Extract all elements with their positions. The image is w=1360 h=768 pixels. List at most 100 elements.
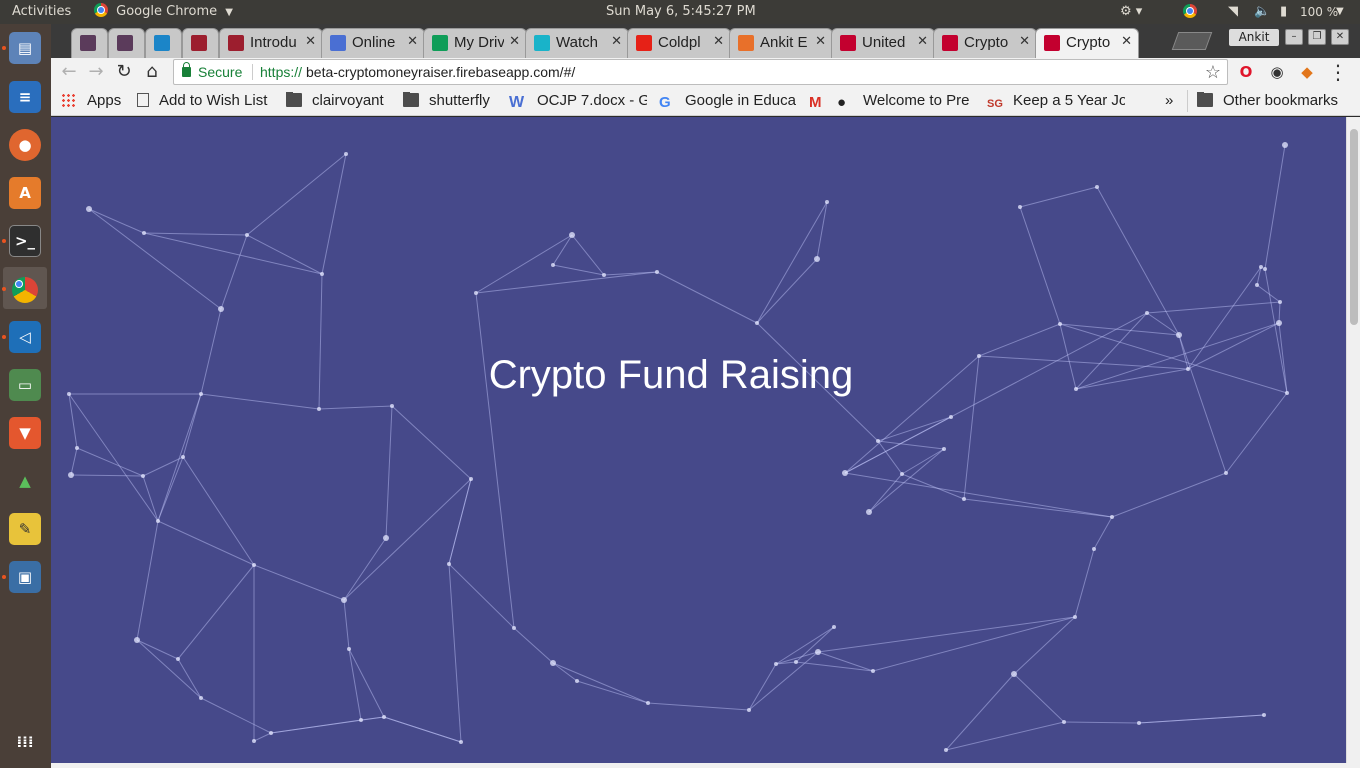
scrollbar-thumb[interactable] (1350, 129, 1358, 325)
home-button[interactable]: ⌂ (140, 60, 164, 84)
notes-icon[interactable]: ▭ (9, 369, 41, 401)
profile-badge[interactable]: Ankit (1229, 29, 1279, 46)
power-menu-chevron-icon[interactable]: ▼ (1336, 0, 1344, 24)
bookmark-wishlist[interactable]: Add to Wish List (137, 92, 273, 112)
tab-favicon-icon (80, 35, 96, 51)
minimize-button[interactable]: – (1285, 29, 1303, 45)
network-node (1073, 615, 1077, 619)
bookmark-star-icon[interactable]: ☆ (1205, 62, 1221, 83)
bookmark-welcome[interactable]: ● Welcome to Pre (837, 92, 973, 112)
forward-button[interactable]: → (84, 60, 108, 84)
brave-icon[interactable]: ▼ (9, 417, 41, 449)
chrome-icon[interactable] (9, 274, 41, 306)
bookmark-gmail[interactable]: M (809, 92, 831, 112)
back-button[interactable]: ← (57, 60, 81, 84)
bookmark-ocjp[interactable]: W OCJP 7.docx - Go (509, 92, 647, 112)
network-edge (318, 405, 393, 410)
tab-close-icon[interactable]: ✕ (611, 34, 622, 49)
bookmark-folder-clairvoyant[interactable]: clairvoyant (286, 92, 384, 112)
vscode-icon[interactable]: ◁ (9, 321, 41, 353)
tab-8[interactable]: Watch ✕ (525, 28, 629, 58)
tab-10[interactable]: Ankit E ✕ (729, 28, 833, 58)
maximize-button[interactable]: ❐ (1308, 29, 1326, 45)
tab-close-icon[interactable]: ✕ (407, 34, 418, 49)
tab-title: Watch (556, 34, 598, 51)
network-node (199, 696, 203, 700)
text-editor-icon[interactable]: ✎ (9, 513, 41, 545)
bookmarks-overflow-button[interactable]: » (1165, 92, 1173, 112)
chrome-menu-icon[interactable]: ⋮ (1328, 62, 1348, 82)
tab-4[interactable] (182, 28, 219, 58)
tab-11[interactable]: United ✕ (831, 28, 935, 58)
tab-6[interactable]: Online ✕ (321, 28, 425, 58)
bookmark-google-education[interactable]: G Google in Educa (659, 92, 797, 112)
new-tab-button[interactable] (1171, 32, 1213, 50)
network-node (1092, 547, 1096, 551)
volume-icon[interactable]: 🔈 (1254, 0, 1270, 24)
tab-13[interactable]: Crypto ✕ (1035, 28, 1139, 58)
tab-close-icon[interactable]: ✕ (917, 34, 928, 49)
network-node (814, 256, 820, 262)
network-edge (143, 232, 248, 236)
robo-icon[interactable]: ▲ (9, 465, 41, 497)
app-menu[interactable]: Google Chrome ▼ (94, 0, 233, 24)
network-edge (868, 448, 945, 513)
tab-7[interactable]: My Driv ✕ (423, 28, 527, 58)
tab-close-icon[interactable]: ✕ (713, 34, 724, 49)
firefox-icon[interactable]: ● (9, 129, 41, 161)
opera-extension-icon[interactable]: O (1236, 62, 1256, 82)
app-grid-icon[interactable]: ⁞⁞⁞ (9, 726, 41, 758)
tab-2[interactable] (108, 28, 145, 58)
chrome-tray-icon[interactable] (1183, 4, 1197, 20)
accessibility-icon[interactable]: ⚙ ▾ (1120, 0, 1142, 24)
tab-3[interactable] (145, 28, 182, 58)
remote-desktop-icon[interactable]: ▣ (9, 561, 41, 593)
network-edge (945, 673, 1015, 751)
network-edge (877, 440, 903, 475)
tab-9[interactable]: Coldpl ✕ (627, 28, 731, 58)
running-indicator (2, 46, 6, 50)
network-edge (68, 393, 78, 449)
bookmark-folder-shutterfly[interactable]: shutterfly (403, 92, 490, 112)
bookmark-apps[interactable]: Apps (61, 92, 121, 112)
files-icon[interactable]: ▤ (9, 32, 41, 64)
tab-close-icon[interactable]: ✕ (1019, 34, 1030, 49)
network-edge (756, 201, 828, 324)
tab-close-icon[interactable]: ✕ (815, 34, 826, 49)
network-edge (1264, 144, 1286, 270)
tab-1[interactable] (71, 28, 108, 58)
network-node (1259, 265, 1263, 269)
activities-button[interactable]: Activities (12, 0, 71, 24)
network-icon[interactable]: ◥ (1228, 0, 1238, 24)
tab-favicon-icon (1044, 35, 1060, 51)
close-window-button[interactable]: ✕ (1331, 29, 1349, 45)
network-edge (343, 478, 472, 601)
network-edge (775, 626, 835, 665)
tab-close-icon[interactable]: ✕ (1121, 34, 1132, 49)
tab-12[interactable]: Crypto ✕ (933, 28, 1037, 58)
metamask-extension-icon[interactable]: ◆ (1297, 62, 1317, 82)
network-edge (448, 563, 515, 629)
tab-5[interactable]: Introdu ✕ (219, 28, 323, 58)
network-node (156, 519, 160, 523)
address-bar[interactable]: Secure https:// beta-cryptomoneyraiser.f… (173, 59, 1228, 85)
network-edge (571, 234, 605, 276)
terminal-icon[interactable]: >_ (9, 225, 41, 257)
network-node (551, 263, 555, 267)
software-center-icon[interactable]: A (9, 177, 41, 209)
tab-favicon-icon (154, 35, 170, 51)
network-edge (136, 639, 179, 660)
bookmark-other-bookmarks[interactable]: Other bookmarks (1197, 92, 1338, 112)
battery-icon[interactable]: ▮ (1280, 0, 1287, 24)
bookmark-keep-5-year[interactable]: SG Keep a 5 Year Jo (987, 92, 1125, 112)
eye-extension-icon[interactable]: ◉ (1267, 62, 1287, 82)
reload-button[interactable]: ↻ (112, 60, 136, 84)
writer-icon[interactable]: ≡ (9, 81, 41, 113)
tab-close-icon[interactable]: ✕ (305, 34, 316, 49)
clock[interactable]: Sun May 6, 5:45:27 PM (606, 0, 756, 24)
network-node (774, 662, 778, 666)
network-node (1255, 283, 1259, 287)
vertical-scrollbar[interactable] (1346, 117, 1360, 763)
tab-close-icon[interactable]: ✕ (509, 34, 520, 49)
network-edge (177, 564, 255, 660)
